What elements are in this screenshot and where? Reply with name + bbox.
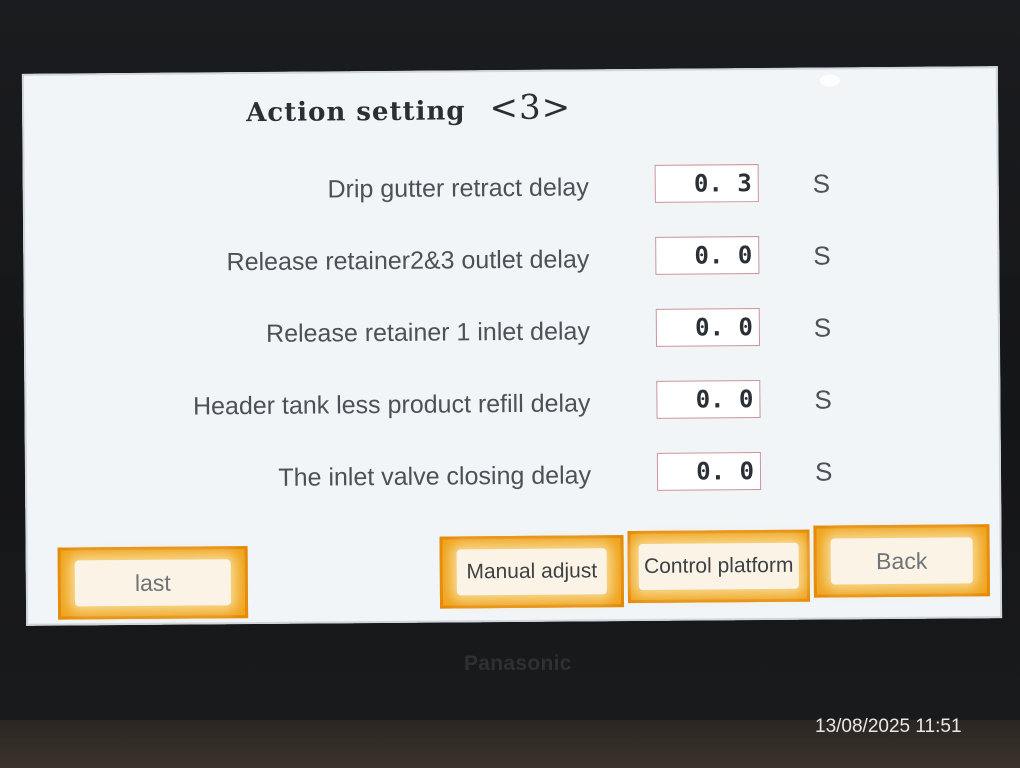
setting-label-drip-gutter-retract-delay: Drip gutter retract delay — [327, 173, 589, 204]
control-platform-button-face: Control platform — [638, 542, 799, 591]
page-title-text: Action setting — [246, 96, 466, 129]
last-button[interactable]: last — [57, 546, 249, 620]
last-button-label: last — [134, 569, 171, 596]
value-text: 0. 0 — [694, 313, 753, 342]
control-platform-button-label: Control platform — [643, 553, 794, 578]
control-platform-button[interactable]: Control platform — [627, 529, 811, 604]
value-field-inlet-valve-closing-delay[interactable]: 0. 0 — [656, 452, 762, 491]
setting-label-release-retainer2-3-outlet-delay: Release retainer2&3 outlet delay — [226, 245, 590, 277]
manual-adjust-button-face: Manual adjust — [456, 548, 607, 596]
photo-timestamp: 13/08/2025 11:51 — [815, 716, 962, 737]
value-text: 0. 0 — [695, 385, 754, 414]
setting-label-inlet-valve-closing-delay: The inlet valve closing delay — [278, 461, 592, 492]
hmi-screen: Action setting <3> Drip gutter retract d… — [21, 66, 1003, 626]
unit-label: S — [813, 312, 832, 343]
back-button[interactable]: Back — [813, 524, 990, 598]
value-text: 0. 0 — [696, 457, 755, 486]
page-indicator: <3> — [489, 87, 572, 129]
brand-logo: Panasonic — [464, 652, 572, 675]
back-button-label: Back — [876, 547, 928, 574]
page-title: Action setting <3> — [246, 88, 571, 131]
screen-glare — [819, 74, 840, 87]
manual-adjust-button-label: Manual adjust — [466, 559, 598, 584]
back-button-face: Back — [830, 537, 973, 585]
unit-label: S — [812, 168, 831, 199]
unit-label: S — [814, 384, 832, 415]
value-field-drip-gutter-retract-delay[interactable]: 0. 3 — [654, 164, 759, 203]
last-button-face: last — [74, 559, 232, 607]
value-field-release-retainer2-3-outlet-delay[interactable]: 0. 0 — [655, 236, 760, 275]
setting-label-release-retainer-1-inlet-delay: Release retainer 1 inlet delay — [265, 317, 590, 348]
setting-label-header-tank-less-product-refill-delay: Header tank less product refill delay — [192, 389, 591, 421]
manual-adjust-button[interactable]: Manual adjust — [439, 535, 625, 609]
value-field-release-retainer-1-inlet-delay[interactable]: 0. 0 — [655, 308, 761, 347]
value-field-header-tank-less-product-refill-delay[interactable]: 0. 0 — [656, 380, 761, 419]
value-text: 0. 0 — [694, 241, 753, 270]
unit-label: S — [814, 456, 833, 487]
value-text: 0. 3 — [693, 169, 752, 198]
unit-label: S — [813, 240, 831, 271]
